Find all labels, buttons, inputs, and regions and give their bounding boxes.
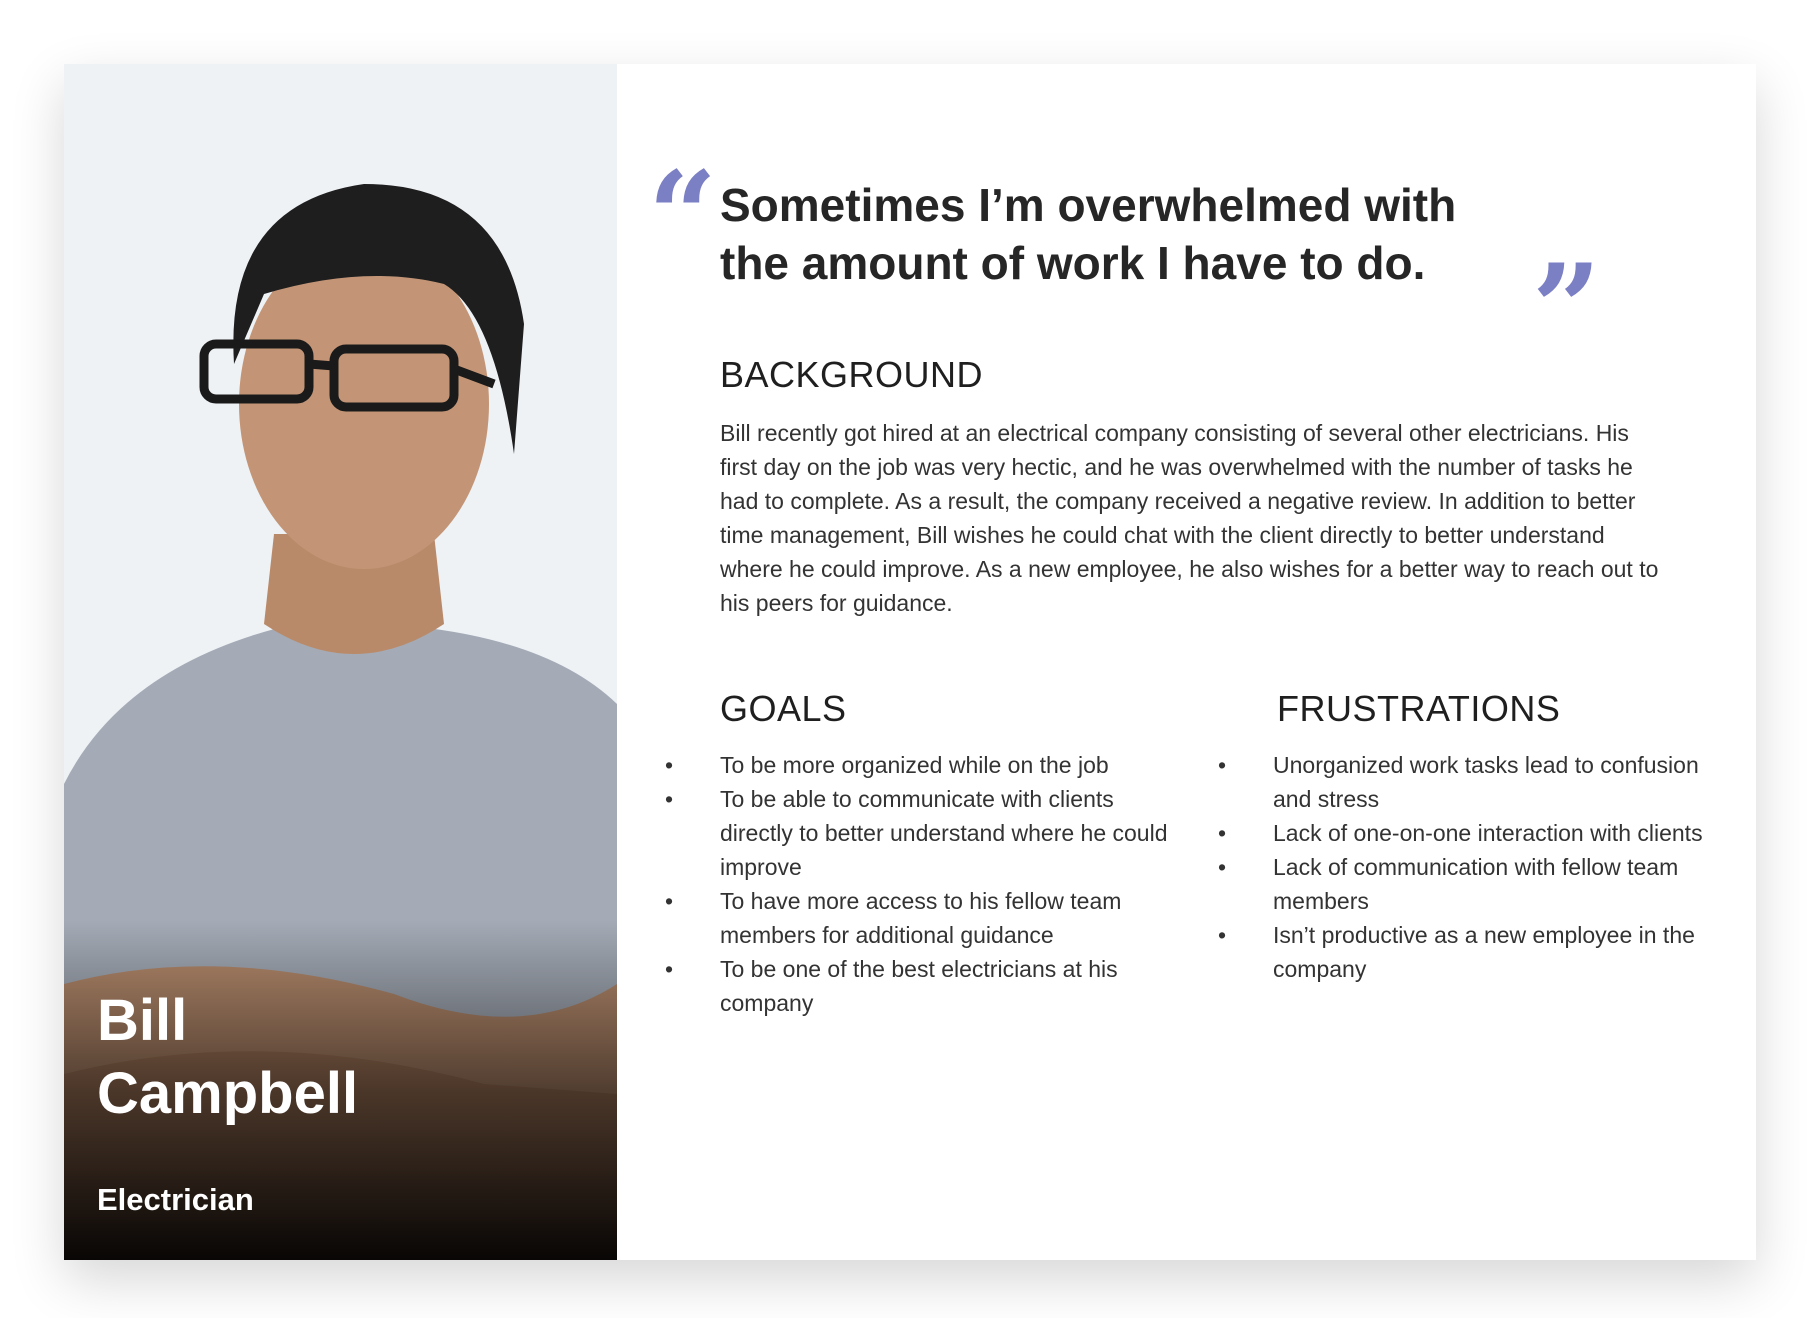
- goal-text: To be more organized while on the job: [720, 752, 1109, 778]
- persona-photo: Bill Campbell Electrician: [64, 64, 617, 1260]
- persona-card: Bill Campbell Electrician “ Sometimes I’…: [64, 64, 1756, 1260]
- goals-list: • To be more organized while on the job •…: [665, 748, 1180, 1020]
- persona-name: Bill Campbell: [97, 984, 358, 1130]
- frustrations-list: • Unorganized work tasks lead to confusio…: [1218, 748, 1723, 986]
- list-item: • Unorganized work tasks lead to confusio…: [1218, 748, 1723, 816]
- goal-text: To be one of the best electricians at hi…: [720, 956, 1118, 1016]
- bullet-icon: •: [665, 786, 674, 812]
- persona-role: Electrician: [97, 1182, 254, 1217]
- frustrations-heading: FRUSTRATIONS: [1277, 688, 1561, 729]
- close-quote-icon: ”: [1532, 238, 1602, 379]
- bullet-icon: •: [665, 752, 674, 778]
- bullet-icon: •: [1218, 820, 1227, 846]
- goal-text: To be able to communicate with clients d…: [720, 786, 1168, 880]
- list-item: • To be one of the best electricians at h…: [665, 952, 1180, 1020]
- background-heading: BACKGROUND: [720, 354, 984, 395]
- list-item: • Isn’t productive as a new employee in t…: [1218, 918, 1723, 986]
- list-item: • Lack of communication with fellow team …: [1218, 850, 1723, 918]
- list-item: • To have more access to his fellow team …: [665, 884, 1180, 952]
- frustration-text: Lack of one-on-one interaction with clie…: [1273, 820, 1703, 846]
- background-text: Bill recently got hired at an electrical…: [720, 420, 1659, 616]
- frustration-text: Lack of communication with fellow team m…: [1273, 854, 1679, 914]
- last-name: Campbell: [97, 1061, 359, 1126]
- persona-quote: Sometimes I’m overwhelmed with the amoun…: [720, 179, 1457, 289]
- goals-heading: GOALS: [720, 688, 847, 729]
- bullet-icon: •: [1218, 752, 1227, 778]
- bullet-icon: •: [665, 956, 674, 982]
- bullet-icon: •: [665, 888, 674, 914]
- bullet-icon: •: [1218, 922, 1227, 948]
- first-name: Bill: [97, 988, 188, 1053]
- list-item: • To be more organized while on the job: [665, 748, 1180, 782]
- list-item: • Lack of one-on-one interaction with cli…: [1218, 816, 1723, 850]
- open-quote-icon: “: [648, 145, 718, 286]
- goal-text: To have more access to his fellow team m…: [720, 888, 1122, 948]
- bullet-icon: •: [1218, 854, 1227, 880]
- frustration-text: Isn’t productive as a new employee in th…: [1273, 922, 1695, 982]
- frustration-text: Unorganized work tasks lead to confusion…: [1273, 752, 1699, 812]
- list-item: • To be able to communicate with clients …: [665, 782, 1180, 884]
